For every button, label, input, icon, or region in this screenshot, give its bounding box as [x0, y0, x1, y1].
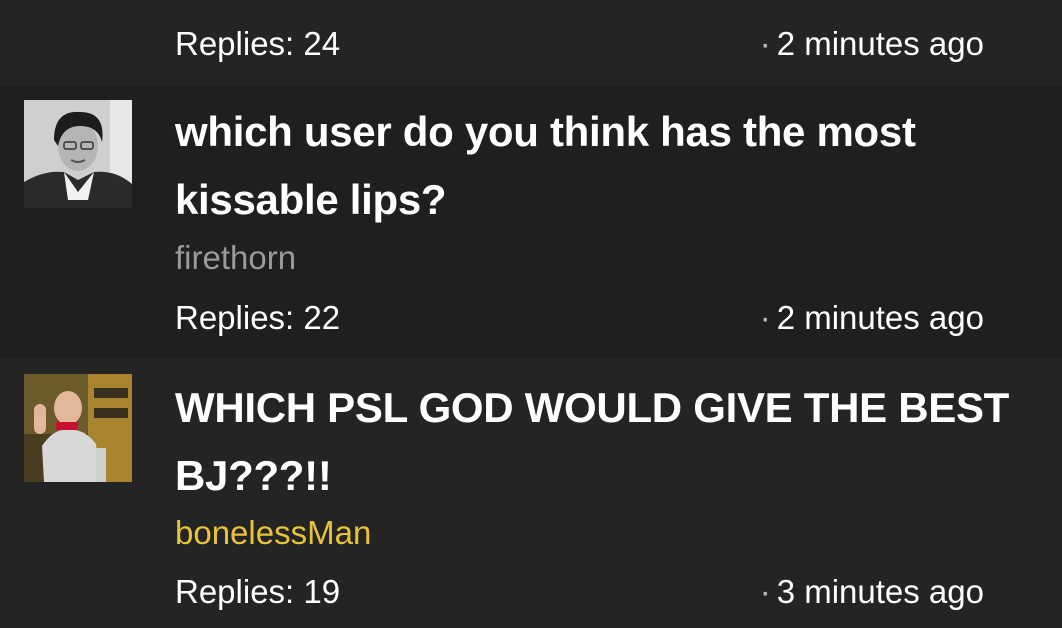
timestamp: · 3 minutes ago — [760, 572, 984, 612]
separator-dot: · — [759, 299, 771, 336]
separator-dot: · — [759, 573, 771, 610]
replies-count: Replies: 24 — [175, 25, 341, 62]
thread-feed: Replies: 24 · 2 minutes ago which user do… — [0, 0, 1062, 628]
thread-item[interactable]: which user do you think has the most kis… — [0, 86, 1062, 358]
user-photo-color-icon — [24, 374, 132, 482]
thread-item[interactable]: Replies: 24 · 2 minutes ago — [0, 0, 1062, 86]
time-ago: 3 minutes ago — [776, 573, 984, 610]
avatar[interactable] — [24, 100, 132, 208]
avatar[interactable] — [24, 374, 132, 482]
replies-count: Replies: 19 — [175, 573, 341, 610]
time-ago: 2 minutes ago — [776, 25, 984, 62]
author-name[interactable]: bonelessMan — [175, 513, 371, 553]
author-name[interactable]: firethorn — [175, 238, 296, 278]
time-ago: 2 minutes ago — [776, 299, 984, 336]
thread-title[interactable]: WHICH PSL GOD WOULD GIVE THE BEST BJ???!… — [175, 374, 1015, 510]
timestamp: · 2 minutes ago — [760, 24, 984, 64]
timestamp: · 2 minutes ago — [760, 298, 984, 338]
separator-dot: · — [759, 25, 771, 62]
user-photo-bw-icon — [24, 100, 132, 208]
replies-count: Replies: 22 — [175, 299, 341, 336]
thread-title[interactable]: which user do you think has the most kis… — [175, 98, 1015, 234]
thread-item[interactable]: WHICH PSL GOD WOULD GIVE THE BEST BJ???!… — [0, 358, 1062, 628]
